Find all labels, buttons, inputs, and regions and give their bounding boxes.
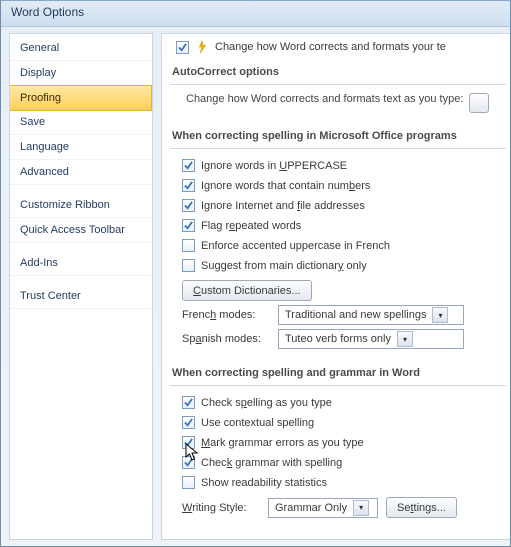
enforce-accented-checkbox[interactable]	[182, 239, 195, 252]
mark-grammar-label[interactable]: Mark grammar errors as you type	[201, 437, 364, 449]
office-spelling-heading: When correcting spelling in Microsoft Of…	[170, 126, 506, 149]
chevron-down-icon: ▾	[353, 500, 369, 516]
word-options-window: Word Options General Display Proofing Sa…	[0, 0, 511, 547]
custom-dictionaries-button[interactable]: Custom Dictionaries...	[182, 280, 312, 301]
intro-checkbox[interactable]	[176, 41, 189, 54]
settings-button[interactable]: Settings...	[386, 497, 457, 518]
ignore-numbers-checkbox[interactable]	[182, 179, 195, 192]
word-spelling-heading: When correcting spelling and grammar in …	[170, 363, 506, 386]
sidebar-item-proofing[interactable]: Proofing	[10, 85, 152, 111]
ignore-internet-label[interactable]: Ignore Internet and file addresses	[201, 200, 365, 212]
word-spelling-body: Check spelling as you type Use contextua…	[170, 394, 506, 532]
flag-repeated-label[interactable]: Flag repeated words	[201, 220, 301, 232]
sidebar-item-customize-ribbon[interactable]: Customize Ribbon	[10, 193, 152, 218]
spanish-modes-select[interactable]: Tuteo verb forms only ▾	[278, 329, 464, 349]
contextual-spelling-checkbox[interactable]	[182, 416, 195, 429]
sidebar-item-quick-access-toolbar[interactable]: Quick Access Toolbar	[10, 218, 152, 243]
french-modes-label: French modes:	[182, 309, 270, 321]
suggest-main-dict-checkbox[interactable]	[182, 259, 195, 272]
writing-style-label: Writing Style:	[182, 502, 260, 514]
ignore-uppercase-label[interactable]: Ignore words in UPPERCASE	[201, 160, 347, 172]
spanish-modes-label: Spanish modes:	[182, 333, 270, 345]
office-spelling-body: Ignore words in UPPERCASE Ignore words t…	[170, 157, 506, 363]
sidebar-item-language[interactable]: Language	[10, 135, 152, 160]
sidebar-item-display[interactable]: Display	[10, 61, 152, 86]
intro-row: Change how Word corrects and formats you…	[170, 40, 506, 54]
writing-style-select[interactable]: Grammar Only ▾	[268, 498, 378, 518]
dialog-body: General Display Proofing Save Language A…	[1, 27, 510, 546]
check-grammar-spelling-label[interactable]: Check grammar with spelling	[201, 457, 342, 469]
abc-lightning-icon	[195, 40, 209, 54]
check-spelling-type-checkbox[interactable]	[182, 396, 195, 409]
check-grammar-spelling-checkbox[interactable]	[182, 456, 195, 469]
mark-grammar-checkbox[interactable]	[182, 436, 195, 449]
check-spelling-type-label[interactable]: Check spelling as you type	[201, 397, 332, 409]
intro-text: Change how Word corrects and formats you…	[215, 41, 446, 53]
sidebar-item-save[interactable]: Save	[10, 110, 152, 135]
readability-label[interactable]: Show readability statistics	[201, 477, 327, 489]
content-panel: Change how Word corrects and formats you…	[161, 33, 510, 540]
ignore-uppercase-checkbox[interactable]	[182, 159, 195, 172]
flag-repeated-checkbox[interactable]	[182, 219, 195, 232]
sidebar-item-add-ins[interactable]: Add-Ins	[10, 251, 152, 276]
category-sidebar: General Display Proofing Save Language A…	[9, 33, 153, 540]
window-title: Word Options	[11, 5, 84, 19]
chevron-down-icon: ▾	[432, 307, 448, 323]
autocorrect-desc: Change how Word corrects and formats tex…	[186, 93, 463, 105]
chevron-down-icon: ▾	[397, 331, 413, 347]
ignore-internet-checkbox[interactable]	[182, 199, 195, 212]
autocorrect-options-button[interactable]	[469, 93, 489, 113]
french-modes-select[interactable]: Traditional and new spellings ▾	[278, 305, 464, 325]
sidebar-item-advanced[interactable]: Advanced	[10, 160, 152, 185]
readability-checkbox[interactable]	[182, 476, 195, 489]
sidebar-item-trust-center[interactable]: Trust Center	[10, 284, 152, 309]
enforce-accented-label[interactable]: Enforce accented uppercase in French	[201, 240, 390, 252]
ignore-numbers-label[interactable]: Ignore words that contain numbers	[201, 180, 370, 192]
titlebar: Word Options	[1, 1, 510, 27]
suggest-main-dict-label[interactable]: Suggest from main dictionary only	[201, 260, 367, 272]
autocorrect-heading: AutoCorrect options	[170, 62, 506, 85]
sidebar-item-general[interactable]: General	[10, 36, 152, 61]
contextual-spelling-label[interactable]: Use contextual spelling	[201, 417, 314, 429]
autocorrect-body: Change how Word corrects and formats tex…	[170, 93, 506, 126]
